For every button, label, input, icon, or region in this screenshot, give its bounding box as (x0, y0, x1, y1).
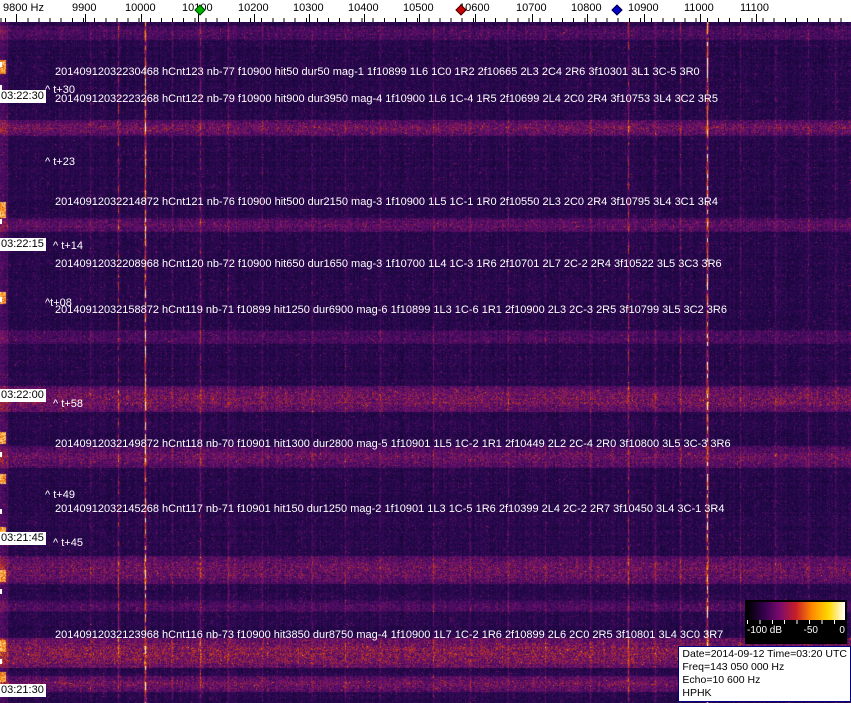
meteor-spectrogram-window: 9800 Hz 9900 10000 10100 10200 10300 104… (0, 0, 851, 703)
freq-label: 10000 (125, 2, 156, 14)
info-date-time: Date=2014-09-12 Time=03:20 UTC (682, 648, 847, 661)
event-marker: ^ t+49 (45, 489, 75, 501)
db-mid-label: -50 (804, 625, 818, 636)
time-label: 03:22:00 (0, 389, 46, 402)
freq-label: 10500 (403, 2, 434, 14)
freq-label: 10400 (348, 2, 379, 14)
freq-label: 10900 (628, 2, 659, 14)
time-tick (0, 589, 2, 594)
event-marker: ^ t+45 (53, 537, 83, 549)
event-marker: ^ t+23 (45, 156, 75, 168)
detection-line: 20140912032208968 hCnt120 nb-72 f10900 h… (55, 258, 722, 270)
time-label: 03:22:30 (0, 90, 46, 103)
freq-label: 10300 (293, 2, 324, 14)
freq-major-tick (587, 14, 588, 22)
detection-line: 20140912032223268 hCnt122 nb-79 f10900 h… (55, 93, 718, 105)
freq-label: 11000 (684, 2, 714, 14)
freq-label: 9800 Hz (3, 2, 44, 14)
detection-line: 20140912032123968 hCnt116 nb-73 f10900 h… (55, 629, 723, 641)
db-scale-labels: -100 dB -50 0 (745, 624, 847, 636)
time-tick (0, 219, 2, 224)
detection-line: 20140912032158872 hCnt119 nb-71 f10899 h… (55, 304, 727, 316)
freq-label: 10800 (571, 2, 602, 14)
freq-major-tick (475, 14, 476, 22)
freq-major-tick (141, 14, 142, 22)
time-tick (0, 297, 2, 302)
freq-label: 10200 (238, 2, 269, 14)
info-station: HPHK (682, 687, 847, 700)
freq-major-tick (644, 14, 645, 22)
db-gradient (747, 602, 845, 620)
detection-line: 20140912032214872 hCnt121 nb-76 f10900 h… (55, 196, 718, 208)
time-label: 03:21:30 (0, 684, 46, 697)
time-tick (0, 509, 2, 514)
spectrogram-canvas (0, 22, 851, 703)
event-marker: ^ t+14 (53, 240, 83, 252)
detection-line: 20140912032149872 hCnt118 nb-70 f10901 h… (55, 438, 731, 450)
freq-label: 11100 (740, 2, 769, 14)
db-max-label: 0 (839, 625, 845, 636)
time-label: 03:21:45 (0, 532, 46, 545)
freq-major-tick (364, 14, 365, 22)
time-tick (0, 659, 2, 664)
freq-major-tick (85, 14, 86, 22)
frequency-axis: 9800 Hz 9900 10000 10100 10200 10300 104… (0, 0, 851, 22)
freq-major-tick (254, 14, 255, 22)
status-info-box: Date=2014-09-12 Time=03:20 UTC Freq=143 … (678, 646, 851, 702)
info-echo: Echo=10 600 Hz (682, 674, 847, 687)
freq-major-tick (16, 14, 17, 22)
freq-marker-blue-diamond-icon (611, 4, 622, 15)
freq-major-tick (419, 14, 420, 22)
freq-label: 9900 (72, 2, 96, 14)
event-marker: ^ t+58 (53, 398, 83, 410)
info-frequency: Freq=143 050 000 Hz (682, 661, 847, 674)
freq-major-tick (756, 14, 757, 22)
freq-major-tick (532, 14, 533, 22)
db-scale-bar: -100 dB -50 0 (745, 600, 847, 644)
spectrogram-area: 03:22:30 03:22:15 03:22:00 03:21:45 03:2… (0, 22, 851, 703)
db-min-label: -100 dB (747, 625, 782, 636)
freq-minor-ticks (0, 18, 851, 22)
freq-major-tick (700, 14, 701, 22)
freq-major-tick (309, 14, 310, 22)
time-label: 03:22:15 (0, 238, 46, 251)
event-marker: ^t+08 (45, 297, 72, 309)
event-marker: ^ t+30 (45, 84, 75, 96)
detection-line: 20140912032230468 hCnt123 nb-77 f10900 h… (55, 66, 700, 78)
detection-line: 20140912032145268 hCnt117 nb-71 f10901 h… (55, 503, 725, 515)
time-tick (0, 62, 2, 67)
time-tick (0, 452, 2, 457)
freq-label: 10700 (516, 2, 547, 14)
